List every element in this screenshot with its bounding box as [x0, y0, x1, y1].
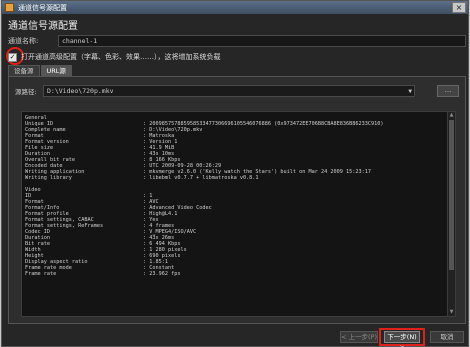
- tab-url-source[interactable]: URL源: [40, 65, 72, 76]
- config-window: 通道信号源配置 × 通道信号源配置 通道名称: channel-1 ✓ 打开通道…: [1, 0, 469, 347]
- advanced-config-checkbox[interactable]: ✓: [8, 52, 17, 62]
- scroll-down-icon[interactable]: ▼: [448, 309, 455, 316]
- channel-name-label: 通道名称:: [8, 36, 39, 45]
- title-bar: 通道信号源配置 ×: [2, 1, 468, 14]
- source-path-input[interactable]: D:\Video\720p.mkv ▼: [43, 85, 415, 97]
- media-info-list: General Unique ID: 2009857578859585334773…: [25, 115, 445, 277]
- next-button[interactable]: 下一步(N) >: [384, 331, 420, 347]
- page-heading: 通道信号源配置: [8, 21, 78, 32]
- advanced-config-label: 打开通道高级配置（字幕、色彩、效果……），这将增加系统负载: [21, 53, 221, 61]
- source-tabs: 设备源 URL源: [8, 65, 73, 76]
- media-info-value: : 23.962 fps: [143, 271, 181, 277]
- url-source-panel: 源路径: D:\Video\720p.mkv ▼ ... General Uniq…: [8, 76, 466, 324]
- wizard-buttons: < 上一步(P) 下一步(N) > 取消: [2, 327, 468, 347]
- scroll-up-icon[interactable]: ▲: [448, 112, 455, 119]
- media-info-box[interactable]: General Unique ID: 2009857578859585334773…: [21, 111, 456, 317]
- previous-button[interactable]: < 上一步(P): [340, 331, 378, 343]
- browse-button[interactable]: ...: [437, 85, 459, 97]
- source-path-row: 源路径: D:\Video\720p.mkv ▼ ...: [15, 85, 459, 97]
- app-icon: [5, 3, 14, 12]
- channel-name-row: 通道名称: channel-1: [8, 34, 466, 47]
- channel-name-input[interactable]: channel-1: [58, 34, 466, 47]
- chevron-down-icon[interactable]: ▼: [408, 87, 412, 97]
- tab-device-source[interactable]: 设备源: [8, 65, 40, 76]
- window-title: 通道信号源配置: [18, 3, 67, 12]
- source-path-value: D:\Video\720p.mkv: [47, 87, 114, 95]
- media-info-scrollbar[interactable]: ▲ ▼: [447, 112, 455, 316]
- advanced-config-option[interactable]: ✓ 打开通道高级配置（字幕、色彩、效果……），这将增加系统负载: [8, 51, 221, 63]
- scroll-thumb[interactable]: [449, 120, 454, 270]
- close-button[interactable]: ×: [452, 2, 466, 13]
- source-path-label: 源路径:: [15, 88, 37, 96]
- media-info-key: Frame rate: [25, 271, 57, 277]
- cancel-button[interactable]: 取消: [430, 331, 464, 343]
- media-info-line: Frame rate : 23.962 fps: [25, 271, 445, 277]
